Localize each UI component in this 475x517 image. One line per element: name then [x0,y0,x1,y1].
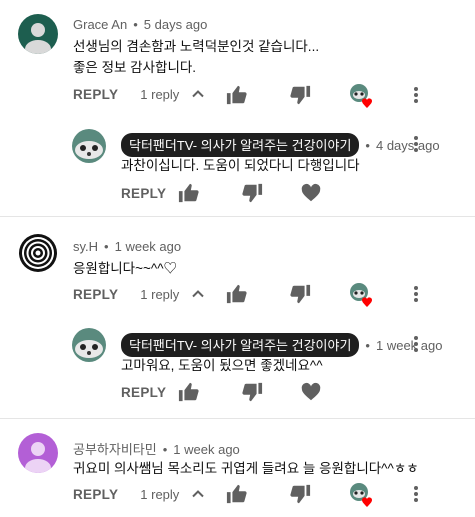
more-vert-icon[interactable] [410,333,422,355]
default-avatar-icon [25,23,51,54]
thumb-up-icon[interactable] [226,283,248,305]
thumb-down-icon[interactable] [241,381,263,403]
spiral-avatar-icon [19,234,57,272]
thumb-up-icon[interactable] [226,483,248,505]
more-vert-icon[interactable] [410,133,422,155]
comment-header: sy.H • 1 week ago [73,239,181,254]
default-avatar-icon [25,442,51,473]
reply-header: 닥터팬더TV- 의사가 알려주는 건강이야기 • 1 week ago [121,333,442,357]
reply-button[interactable]: REPLY [73,487,118,502]
view-replies-button[interactable]: 1 reply [140,87,179,102]
panda-avatar-icon [75,141,103,159]
creator-name-chip[interactable]: 닥터팬더TV- 의사가 알려주는 건강이야기 [121,333,360,357]
chevron-up-icon[interactable] [191,87,205,101]
comment-header: Grace An • 5 days ago [73,17,207,32]
author-name[interactable]: sy.H [73,239,98,254]
thumb-up-icon[interactable] [178,182,200,204]
thumb-down-icon[interactable] [289,84,311,106]
timestamp[interactable]: 1 week ago [173,442,240,457]
reply-header: 닥터팬더TV- 의사가 알려주는 건강이야기 • 4 days ago [121,133,440,157]
thumb-up-icon[interactable] [226,84,248,106]
view-replies-button[interactable]: 1 reply [140,487,179,502]
panda-avatar-icon [75,340,103,358]
view-replies-button[interactable]: 1 reply [140,287,179,302]
heart-icon[interactable] [300,381,322,403]
separator-dot: • [162,442,168,457]
comment-text-line: 귀요미 의사쌤님 목소리도 귀엽게 들려요 늘 응원합니다^^ㅎㅎ [73,461,419,476]
reply-button[interactable]: REPLY [121,186,166,201]
timestamp[interactable]: 5 days ago [144,17,208,32]
reply-button[interactable]: REPLY [73,287,118,302]
timestamp[interactable]: 4 days ago [376,138,440,153]
comment-actions: REPLY 1 reply [73,82,433,106]
creator-heart-badge-icon[interactable] [349,482,375,508]
author-name[interactable]: 공부하자비타민 [73,442,157,457]
avatar-doctor-panda[interactable] [72,129,106,163]
author-name[interactable]: Grace An [73,17,127,32]
more-vert-icon[interactable] [410,283,422,305]
avatar-doctor-panda[interactable] [72,328,106,362]
reply-text: 고마워요, 도움이 됬으면 좋겠네요^^ [121,358,323,373]
more-vert-icon[interactable] [410,84,422,106]
separator-dot: • [365,138,370,153]
creator-name-chip[interactable]: 닥터팬더TV- 의사가 알려주는 건강이야기 [121,133,360,157]
separator-dot: • [133,17,138,32]
comment-actions: REPLY 1 reply [73,282,433,306]
reply-text: 과찬이십니다. 도움이 되었다니 다행입니다 [121,158,360,173]
thumb-down-icon[interactable] [289,283,311,305]
avatar-sy-h[interactable] [18,233,58,273]
separator-dot: • [365,338,370,353]
more-vert-icon[interactable] [410,483,422,505]
reply-button[interactable]: REPLY [121,385,166,400]
creator-heart-badge-icon[interactable] [349,282,375,308]
thumb-down-icon[interactable] [241,182,263,204]
comment-text-line: 좋은 정보 감사합니다. [73,60,197,75]
comment-actions: REPLY 1 reply [73,482,433,506]
heart-icon[interactable] [300,182,322,204]
reply-actions: REPLY [121,181,166,205]
thumb-down-icon[interactable] [289,483,311,505]
creator-heart-badge-icon[interactable] [349,83,375,109]
comment-header: 공부하자비타민 • 1 week ago [73,439,240,458]
thumb-up-icon[interactable] [178,381,200,403]
divider [0,216,475,217]
avatar-vitamin[interactable] [18,433,58,473]
divider [0,418,475,419]
chevron-up-icon[interactable] [191,287,205,301]
reply-button[interactable]: REPLY [73,87,118,102]
chevron-up-icon[interactable] [191,487,205,501]
comment-text-line: 응원합니다~~^^♡ [73,261,178,276]
separator-dot: • [104,239,109,254]
avatar-grace-an[interactable] [18,14,58,54]
timestamp[interactable]: 1 week ago [115,239,182,254]
comment-text-line: 선생님의 겸손함과 노력덕분인것 같습니다... [73,39,320,54]
reply-actions: REPLY [121,380,166,404]
